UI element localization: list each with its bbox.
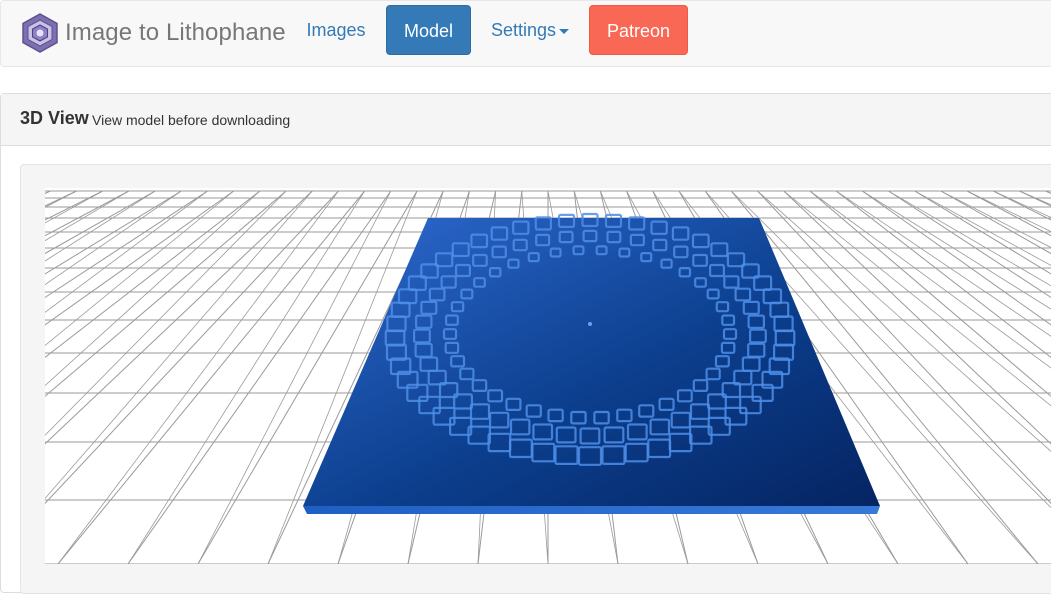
3d-viewer-canvas[interactable]: [45, 188, 1051, 564]
grid-line: [914, 190, 1051, 266]
grid-line: [45, 190, 313, 500]
panel-subtitle: View model before downloading: [92, 112, 291, 128]
nav-model[interactable]: Model: [386, 5, 471, 55]
grid-line: [45, 190, 182, 275]
center-point: [588, 322, 592, 326]
grid-line: [45, 190, 51, 194]
grid-line: [45, 190, 77, 208]
grid-line: [993, 190, 1051, 218]
3d-scene[interactable]: [45, 188, 1051, 564]
panel-title: 3D View: [20, 108, 89, 128]
grid-line: [888, 190, 1051, 287]
grid-line: [993, 190, 1051, 221]
hexagon-logo-icon: [22, 13, 58, 53]
grid-line: [45, 190, 182, 286]
lithophane-plate: [303, 218, 880, 506]
grid-line: [45, 190, 313, 445]
grid-line: [966, 190, 1051, 233]
caret-down-icon: [559, 28, 570, 34]
grid-line: [888, 190, 1051, 299]
brand-link[interactable]: Image to Lithophane: [21, 13, 286, 53]
grid-line: [1019, 190, 1051, 206]
grid-line: [940, 190, 1051, 248]
brand-name: Image to Lithophane: [65, 19, 286, 46]
grid-line: [914, 190, 1051, 275]
grid-line: [966, 190, 1051, 237]
grid-line: [45, 190, 208, 299]
nav-settings[interactable]: Settings: [485, 5, 575, 55]
grid-line: [45, 190, 208, 313]
grid-line: [45, 190, 234, 326]
grid-line: [45, 190, 77, 207]
grid-line: [45, 190, 261, 387]
grid-line: [1019, 190, 1051, 207]
lithophane-plate-edge: [303, 506, 880, 514]
grid-line: [940, 190, 1051, 255]
nav-images[interactable]: Images: [301, 5, 371, 55]
grid-line: [45, 190, 261, 358]
nav-settings-label: Settings: [490, 20, 557, 40]
panel-heading: 3D View View model before downloading: [1, 94, 1051, 146]
grid-line: [45, 190, 130, 242]
grid-line: [862, 190, 1051, 326]
nav-patreon[interactable]: Patreon: [589, 5, 688, 55]
grid-line: [45, 190, 234, 346]
navbar: Image to Lithophane Images Model Setting…: [0, 0, 1051, 67]
grid-line: [45, 190, 130, 237]
grid-line: [45, 190, 51, 195]
grid-line: [862, 190, 1051, 310]
